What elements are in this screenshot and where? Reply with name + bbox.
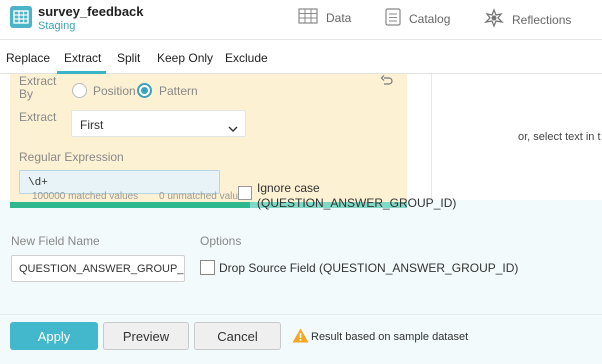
tab-reflections-label: Reflections: [512, 12, 572, 27]
new-field-name-value: QUESTION_ANSWER_GROUP_ID: [19, 263, 185, 275]
tab-reflections[interactable]: Reflections: [484, 8, 571, 31]
ignore-case-label-line1: Ignore case: [257, 181, 320, 195]
ignore-case-checkbox[interactable]: [238, 186, 252, 200]
tab-exclude[interactable]: Exclude: [225, 51, 268, 65]
tab-split[interactable]: Split: [117, 51, 140, 65]
ignore-case-label[interactable]: Ignore case (QUESTION_ANSWER_GROUP_ID): [257, 181, 456, 211]
extract-by-label: Extract By: [19, 75, 56, 101]
preview-button[interactable]: Preview: [103, 322, 189, 350]
new-field-name-input[interactable]: QUESTION_ANSWER_GROUP_ID: [11, 255, 185, 282]
selection-hint: or, select text in t: [518, 131, 601, 143]
new-field-label: New Field Name: [11, 234, 100, 248]
pattern-radio[interactable]: [137, 83, 152, 98]
drop-source-checkbox[interactable]: [200, 260, 215, 275]
drop-source-label[interactable]: Drop Source Field (QUESTION_ANSWER_GROUP…: [219, 261, 518, 275]
extract-occurrence-value: First: [80, 118, 104, 132]
position-radio-label[interactable]: Position: [93, 84, 136, 98]
unmatched-count: 0 unmatched values: [159, 191, 249, 202]
regex-input-value: \d+: [28, 177, 48, 189]
pattern-radio-label[interactable]: Pattern: [159, 84, 198, 98]
tab-catalog[interactable]: Catalog: [385, 8, 450, 29]
dataset-icon: [10, 6, 32, 28]
tab-catalog-label: Catalog: [409, 11, 451, 26]
extract-occurrence-select[interactable]: First: [71, 110, 246, 137]
tab-data[interactable]: Data: [298, 8, 351, 27]
sample-warning-text: Result based on sample dataset: [311, 331, 469, 343]
table-icon: [298, 8, 318, 27]
catalog-icon: [385, 8, 401, 29]
dataset-name: survey_feedback: [38, 4, 144, 19]
extract-label: Extract: [19, 110, 57, 124]
options-label: Options: [200, 234, 242, 248]
tab-data-label: Data: [326, 10, 352, 25]
tab-extract[interactable]: Extract: [64, 51, 101, 65]
extract-by-label-line2: By: [19, 87, 34, 101]
matched-count: 100000 matched values: [32, 191, 139, 202]
undo-icon[interactable]: [380, 74, 394, 92]
warning-icon: [292, 328, 309, 348]
tab-replace[interactable]: Replace: [6, 51, 50, 65]
transform-tabs: Replace Extract Split Keep Only Exclude: [0, 41, 602, 74]
position-radio[interactable]: [72, 83, 87, 98]
reflections-icon: [484, 8, 504, 31]
ignore-case-label-line2: (QUESTION_ANSWER_GROUP_ID): [257, 196, 457, 210]
apply-button[interactable]: Apply: [10, 322, 98, 350]
dataset-space[interactable]: Staging: [38, 20, 75, 32]
regex-label: Regular Expression: [19, 150, 124, 164]
chevron-down-icon: [228, 120, 238, 138]
tab-keep-only[interactable]: Keep Only: [157, 51, 213, 65]
cancel-button[interactable]: Cancel: [194, 322, 281, 350]
dataset-header: survey_feedback Staging Data Catalog Ref…: [0, 0, 602, 40]
match-ratio-fill: [10, 202, 250, 208]
